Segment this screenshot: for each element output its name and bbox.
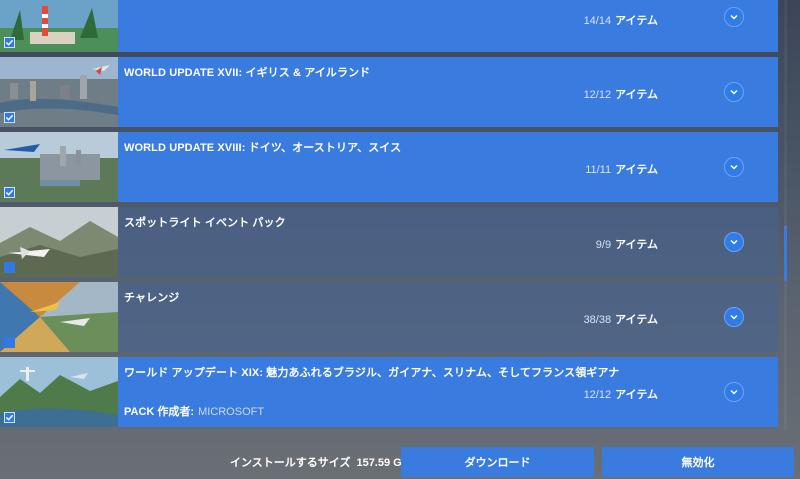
- pack-thumbnail-london: [0, 57, 118, 127]
- pack-title: チャレンジ: [124, 292, 180, 304]
- chevron-down-icon: [730, 164, 738, 170]
- install-checkbox[interactable]: [4, 412, 15, 423]
- pack-creator: PACK 作成者: MICROSOFT: [124, 406, 265, 418]
- expand-button[interactable]: [724, 7, 744, 27]
- expand-button[interactable]: [724, 157, 744, 177]
- disable-button[interactable]: 無効化: [602, 447, 794, 477]
- chevron-down-icon: [730, 89, 738, 95]
- pack-row[interactable]: ワールド アップデート XIX: 魅力あふれるブラジル、ガイアナ、スリナム、そし…: [0, 357, 778, 427]
- item-count: 9/9 アイテム: [595, 239, 658, 251]
- install-checkbox[interactable]: [4, 262, 15, 273]
- install-checkbox[interactable]: [4, 187, 15, 198]
- checkmark-icon: [5, 114, 14, 121]
- pack-row[interactable]: WORLD UPDATE XVIII: ドイツ、オーストリア、スイス 11/11…: [0, 132, 778, 202]
- item-count: 11/11 アイテム: [585, 164, 658, 176]
- checkmark-icon: [5, 189, 14, 196]
- chevron-down-icon: [730, 14, 738, 20]
- footer-bar: インストールするサイズ 157.59 GB ダウンロード 無効化: [0, 430, 800, 479]
- item-count: 38/38 アイテム: [583, 314, 658, 326]
- pack-thumbnail-rio: [0, 357, 118, 427]
- checkmark-icon: [5, 414, 14, 421]
- pack-title: WORLD UPDATE XVIII: ドイツ、オーストリア、スイス: [124, 142, 402, 154]
- pack-title: ワールド アップデート XIX: 魅力あふれるブラジル、ガイアナ、スリナム、そし…: [124, 367, 620, 379]
- checkmark-icon: [5, 39, 14, 46]
- pack-row[interactable]: WORLD UPDATE XVII: イギリス & アイルランド 12/12 アイ…: [0, 57, 778, 127]
- install-checkbox[interactable]: [4, 112, 15, 123]
- expand-button[interactable]: [724, 232, 744, 252]
- scrollbar-track[interactable]: [784, 0, 787, 430]
- item-count: 14/14 アイテム: [583, 15, 658, 27]
- pack-row[interactable]: 14/14 アイテム: [0, 0, 778, 52]
- expand-button[interactable]: [724, 382, 744, 402]
- pack-thumbnail-challenge: [0, 282, 118, 352]
- chevron-down-icon: [730, 389, 738, 395]
- install-size: インストールするサイズ 157.59 GB: [230, 457, 410, 469]
- expand-button[interactable]: [724, 82, 744, 102]
- chevron-down-icon: [730, 239, 738, 245]
- pack-row[interactable]: チャレンジ 38/38 アイテム: [0, 282, 778, 352]
- download-button[interactable]: ダウンロード: [401, 447, 594, 477]
- item-count: 12/12 アイテム: [583, 389, 658, 401]
- expand-button[interactable]: [724, 307, 744, 327]
- pack-thumbnail-mountain-plane: [0, 207, 118, 277]
- pack-thumbnail-european-city: [0, 132, 118, 202]
- pack-row[interactable]: スポットライト イベント パック 9/9 アイテム: [0, 207, 778, 277]
- scrollbar-thumb[interactable]: [784, 226, 787, 281]
- pack-title: WORLD UPDATE XVII: イギリス & アイルランド: [124, 67, 371, 79]
- pack-title: スポットライト イベント パック: [124, 217, 286, 229]
- pack-thumbnail-island: [0, 0, 118, 52]
- install-checkbox[interactable]: [4, 337, 15, 348]
- item-count: 12/12 アイテム: [583, 89, 658, 101]
- install-checkbox[interactable]: [4, 37, 15, 48]
- chevron-down-icon: [730, 314, 738, 320]
